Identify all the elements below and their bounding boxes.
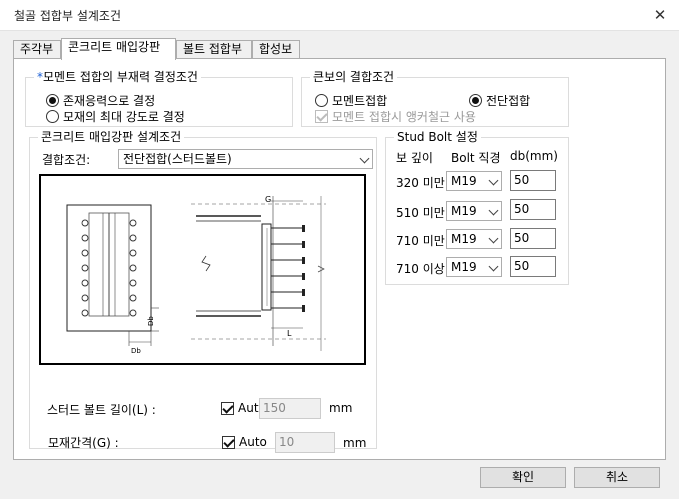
chevron-down-icon — [488, 175, 499, 186]
db-input[interactable]: 50 — [510, 199, 556, 220]
header-depth: 보 깊이 — [396, 151, 433, 165]
length-field-label: 스터드 볼트 길이(L) : — [47, 403, 156, 417]
tab-panel: *모멘트 접합의 부재력 결정조건 존재응력으로 결정 모재의 최대 강도로 결… — [13, 58, 666, 460]
tab-embedded-plate[interactable]: 콘크리트 매입강판 — [61, 38, 176, 60]
checkbox[interactable] — [222, 435, 235, 449]
gap-field-label: 모재간격(G) : — [48, 436, 119, 450]
beam-group-title: 큰보의 결합조건 — [310, 70, 398, 84]
window-title: 철골 접합부 설계조건 — [14, 9, 121, 23]
header-bolt: Bolt 직경 — [451, 151, 501, 165]
title-bar: 철골 접합부 설계조건 ✕ — [0, 0, 679, 31]
db-label-vertical: Db — [147, 316, 155, 326]
db-input[interactable]: 50 — [510, 256, 556, 277]
connection-label: 결합조건: — [42, 153, 91, 167]
ok-button[interactable]: 확인 — [480, 467, 566, 488]
stud-group-title: Stud Bolt 설정 — [394, 130, 481, 144]
radio-max-strength[interactable]: 모재의 최대 강도로 결정 — [46, 108, 185, 125]
checkbox[interactable] — [315, 110, 328, 123]
db-input[interactable]: 50 — [510, 170, 556, 191]
moment-group-title: 모멘트 접합의 부재력 결정조건 — [43, 70, 198, 84]
bolt-select[interactable]: M19 — [446, 229, 502, 249]
radio-shear-joint[interactable]: 전단접합 — [469, 92, 530, 109]
row-depth: 510 미만 — [396, 206, 445, 220]
row-depth: 710 미만 — [396, 234, 445, 248]
row-depth: 320 미만 — [396, 176, 445, 190]
radio-existing-stress[interactable]: 존재응력으로 결정 — [46, 92, 155, 109]
radio-button[interactable] — [46, 94, 59, 107]
connection-select[interactable]: 전단접합(스터드볼트) — [118, 149, 373, 169]
gap-auto-checkbox[interactable]: Auto — [222, 435, 267, 449]
joint-drawing: Db Db G L — [39, 174, 366, 365]
chevron-down-icon — [488, 205, 499, 216]
bolt-select[interactable]: M19 — [446, 171, 502, 191]
cancel-button[interactable]: 취소 — [574, 467, 660, 488]
length-input[interactable]: 150 — [259, 398, 321, 419]
plate-group-title: 콘크리트 매입강판 설계조건 — [38, 130, 185, 144]
tab-bolt-joint[interactable]: 볼트 접합부 — [176, 40, 252, 59]
bolt-select[interactable]: M19 — [446, 201, 502, 221]
radio-button[interactable] — [46, 110, 59, 123]
db-label-horizontal: Db — [131, 347, 141, 355]
bolt-select[interactable]: M19 — [446, 257, 502, 277]
tab-base-plate[interactable]: 주각부 — [13, 40, 61, 59]
db-input[interactable]: 50 — [510, 228, 556, 249]
gap-unit: mm — [343, 436, 367, 450]
gap-input[interactable]: 10 — [275, 432, 335, 453]
joint-diagram: Db Db G L — [66, 195, 326, 355]
length-unit: mm — [329, 401, 353, 415]
checkbox[interactable] — [221, 401, 234, 415]
radio-button[interactable] — [315, 94, 328, 107]
close-icon[interactable]: ✕ — [649, 5, 671, 25]
radio-button[interactable] — [469, 94, 482, 107]
chevron-down-icon — [488, 233, 499, 244]
moment-condition-group: *모멘트 접합의 부재력 결정조건 존재응력으로 결정 모재의 최대 강도로 결… — [25, 70, 293, 127]
header-db: db(mm) — [510, 149, 558, 163]
row-depth: 710 이상 — [396, 262, 445, 276]
chevron-down-icon — [488, 261, 499, 272]
beam-condition-group: 큰보의 결합조건 모멘트접합 전단접합 모멘트 접합시 앵커철근 사용 — [301, 70, 569, 127]
stud-bolt-group: Stud Bolt 설정 보 깊이 Bolt 직경 db(mm) 320 미만 … — [385, 130, 569, 285]
chevron-down-icon — [359, 153, 370, 164]
gap-label: G — [265, 195, 271, 204]
tab-composite-beam[interactable]: 합성보 — [252, 40, 300, 59]
radio-moment-joint[interactable]: 모멘트접합 — [315, 92, 387, 109]
anchor-rebar-checkbox[interactable]: 모멘트 접합시 앵커철근 사용 — [315, 108, 476, 125]
length-label: L — [287, 329, 292, 338]
